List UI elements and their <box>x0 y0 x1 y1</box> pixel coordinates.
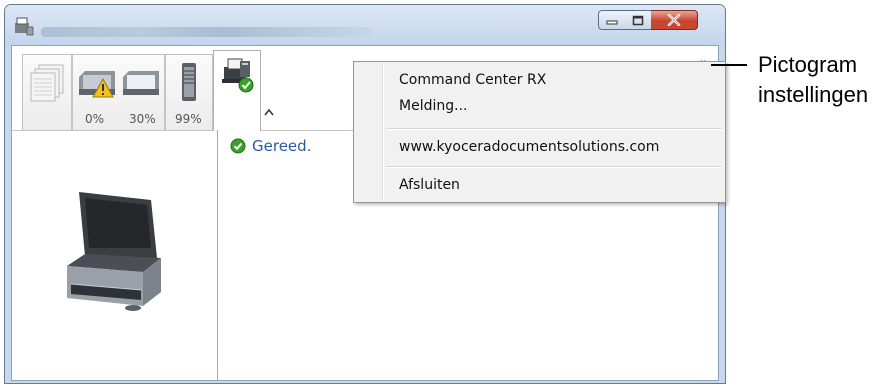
maximize-icon <box>632 15 644 25</box>
close-button[interactable] <box>651 10 698 30</box>
menu-item-exit[interactable]: Afsluiten <box>399 177 460 193</box>
chevron-up-icon <box>264 108 274 116</box>
minimize-button[interactable] <box>598 10 626 30</box>
maximize-button[interactable] <box>625 10 652 30</box>
printer-illustration <box>67 192 161 311</box>
menu-item-command-center-rx[interactable]: Command Center RX <box>399 72 546 88</box>
menu-item-website-link[interactable]: www.kyoceradocumentsolutions.com <box>399 139 659 155</box>
minimize-icon <box>606 20 618 25</box>
toner-cartridge-icon <box>182 63 196 101</box>
settings-context-menu: Command Center RX Melding... www.kyocera… <box>353 61 726 203</box>
callout-label: Pictogram instellingen <box>758 50 868 110</box>
paper-tray-icon <box>123 71 159 95</box>
menu-gutter <box>382 64 384 200</box>
tab-paper-trays[interactable]: 0% 30% <box>72 54 165 130</box>
window-title <box>41 27 371 37</box>
check-circle-icon <box>230 138 246 154</box>
collapse-tabs-button[interactable] <box>264 108 274 119</box>
tray1-level-label: 0% <box>85 112 105 126</box>
title-bar[interactable] <box>5 5 725 45</box>
tab-pages[interactable] <box>22 54 72 130</box>
tab-printer-status[interactable] <box>213 50 261 131</box>
printer-ok-icon <box>222 58 254 93</box>
status-row: Gereed. <box>230 137 311 155</box>
printer-image-pane <box>12 130 218 380</box>
tab-toner[interactable]: 99% <box>165 54 213 130</box>
callout-leader-line <box>711 64 747 66</box>
menu-item-notification[interactable]: Melding... <box>399 98 467 114</box>
paper-tray-warning-icon <box>79 71 115 98</box>
close-icon <box>667 14 681 26</box>
toner-level-label: 99% <box>175 112 202 126</box>
callout-line-1: Pictogram <box>758 52 858 77</box>
app-printer-icon <box>15 17 34 36</box>
tray2-level-label: 30% <box>129 112 156 126</box>
pages-stack-icon <box>30 64 64 102</box>
status-text: Gereed. <box>252 137 312 155</box>
menu-separator <box>386 128 722 130</box>
menu-separator <box>386 166 722 168</box>
callout-line-2: instellingen <box>758 82 869 107</box>
